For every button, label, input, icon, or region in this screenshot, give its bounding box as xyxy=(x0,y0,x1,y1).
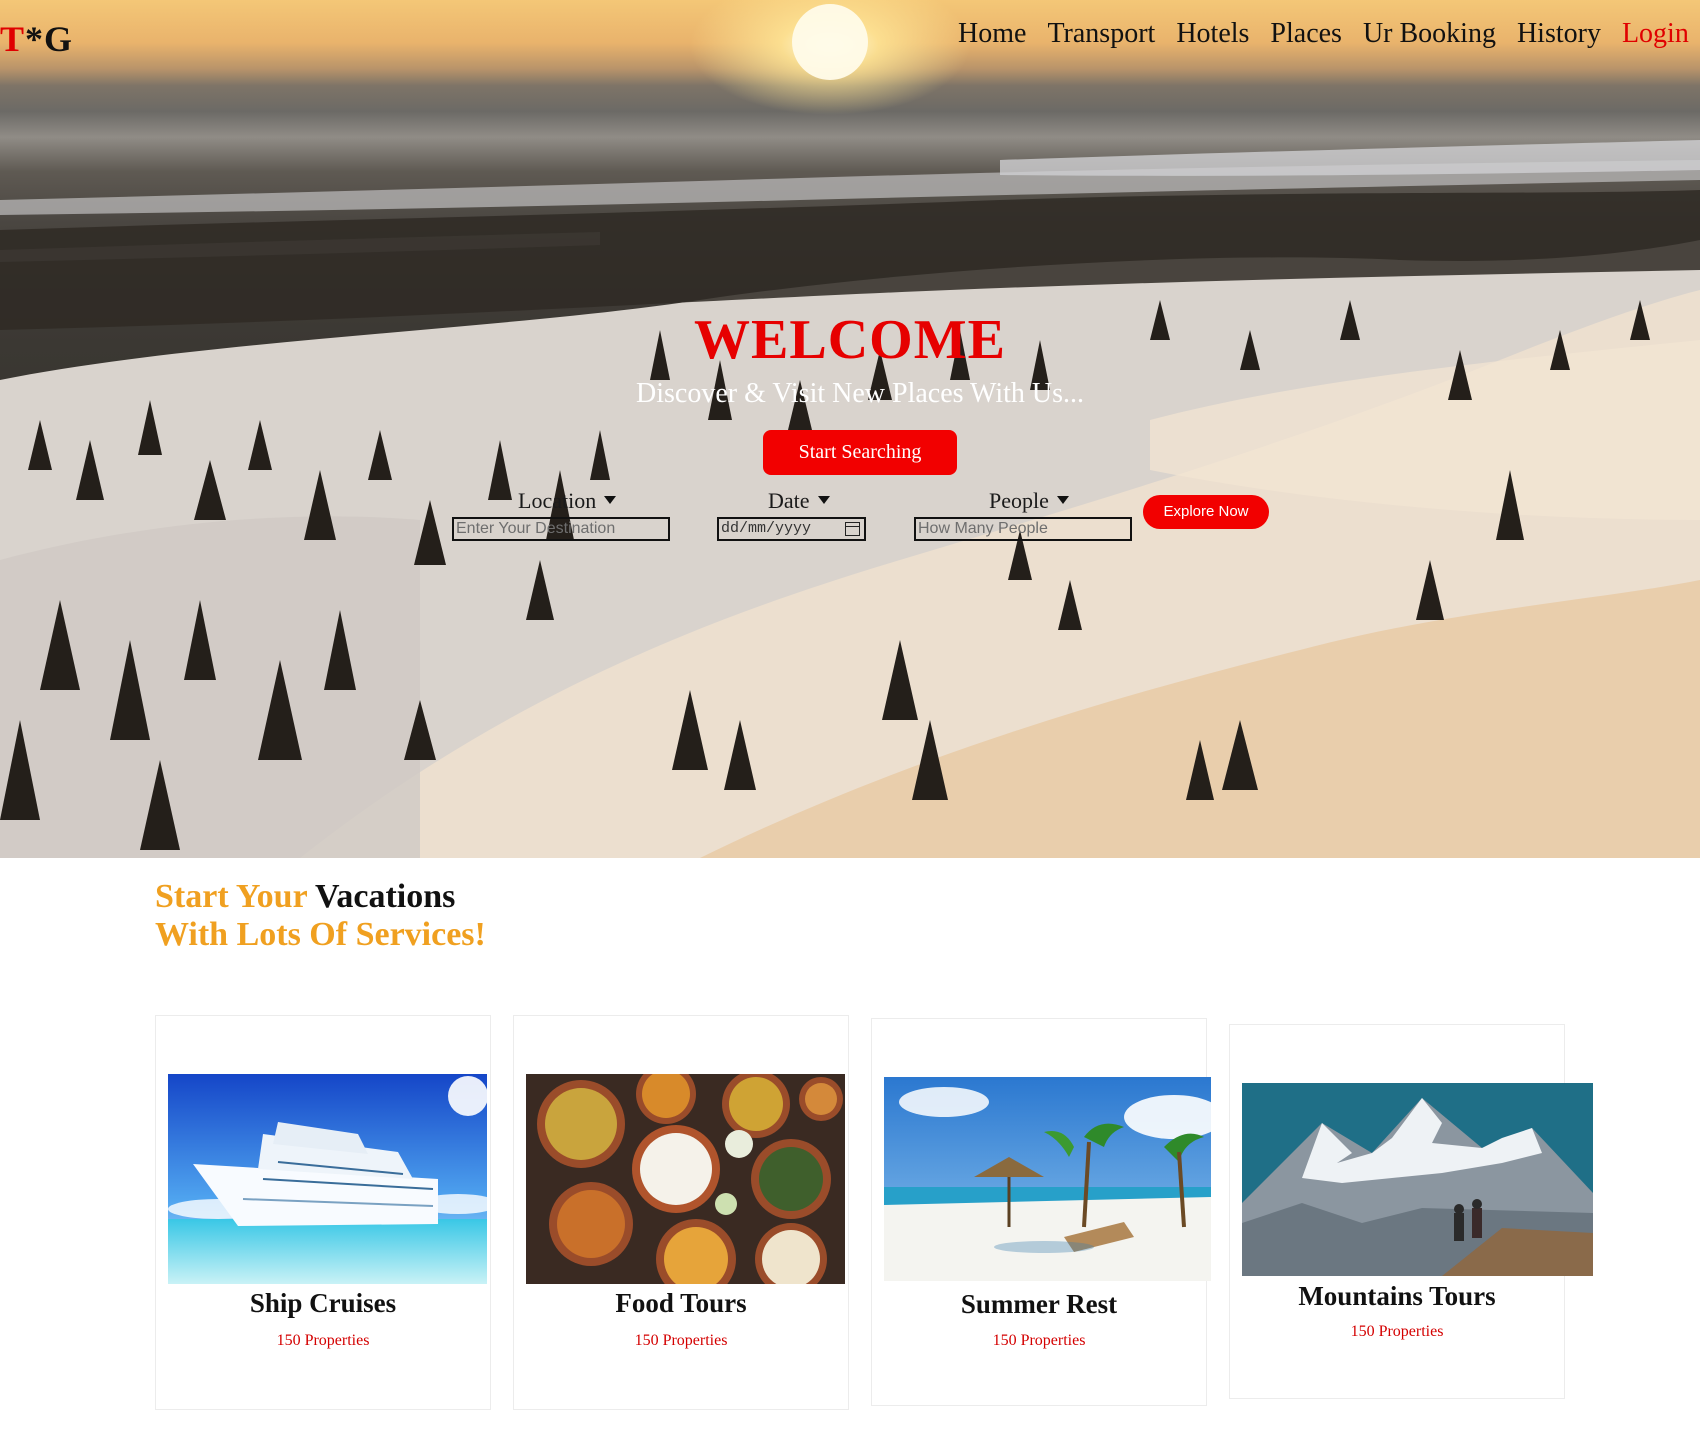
calendar-icon[interactable] xyxy=(845,522,860,536)
services-heading-part3: With Lots Of Services! xyxy=(155,916,486,953)
ship-cruises-image xyxy=(168,1074,487,1284)
location-caret-icon[interactable] xyxy=(604,495,617,504)
nav-transport[interactable]: Transport xyxy=(1047,18,1155,50)
logo-letters: *G xyxy=(25,19,74,59)
card-title: Mountains Tours xyxy=(1298,1281,1496,1311)
site-logo[interactable]: T*G xyxy=(0,18,73,60)
summer-rest-image xyxy=(884,1077,1211,1281)
services-heading-part2: Vacations xyxy=(314,878,456,915)
main-nav: Home Transport Hotels Places Ur Booking … xyxy=(958,18,1700,50)
location-input[interactable]: Enter Your Destination xyxy=(452,517,670,541)
food-tours-illustration xyxy=(526,1074,845,1284)
nav-history[interactable]: History xyxy=(1517,18,1601,50)
card-subtitle: 150 Properties xyxy=(1350,1323,1444,1340)
people-label-text: People xyxy=(989,488,1049,513)
mountains-tours-illustration xyxy=(1242,1083,1593,1276)
people-input[interactable]: How Many People xyxy=(914,517,1132,541)
services-heading-part1: Start Your xyxy=(155,878,308,915)
logo-letter-t: T xyxy=(0,19,26,59)
nav-places[interactable]: Places xyxy=(1270,18,1342,50)
summer-rest-illustration xyxy=(884,1077,1211,1281)
service-card-ship-cruises[interactable]: Ship Cruises 150 Properties xyxy=(155,1015,491,1410)
people-caret-icon[interactable] xyxy=(1056,495,1069,504)
card-title: Ship Cruises xyxy=(249,1288,397,1318)
date-input[interactable]: dd/mm/yyyy xyxy=(717,517,866,541)
nav-login[interactable]: Login xyxy=(1622,18,1689,50)
date-caret-icon[interactable] xyxy=(817,495,830,504)
date-label-text: Date xyxy=(768,488,810,513)
hero-title: WELCOME xyxy=(694,309,1006,371)
service-card-food-tours[interactable]: Food Tours 150 Properties xyxy=(513,1015,849,1410)
mountains-tours-image xyxy=(1242,1083,1593,1276)
card-subtitle: 150 Properties xyxy=(276,1332,370,1349)
people-label: People xyxy=(989,488,1069,514)
date-label: Date xyxy=(768,488,830,514)
hero-background-image xyxy=(0,4,1700,858)
card-title: Summer Rest xyxy=(960,1289,1118,1319)
explore-now-button[interactable]: Explore Now xyxy=(1143,495,1269,529)
nav-hotels[interactable]: Hotels xyxy=(1176,18,1249,50)
nav-ur-booking[interactable]: Ur Booking xyxy=(1363,18,1496,50)
date-placeholder: dd/mm/yyyy xyxy=(721,520,812,537)
hero-banner: T*G Home Transport Hotels Places Ur Book… xyxy=(0,0,1700,858)
card-subtitle: 150 Properties xyxy=(992,1332,1086,1349)
service-card-mountains-tours[interactable]: Mountains Tours 150 Properties xyxy=(1229,1024,1593,1399)
hero-tagline: Discover & Visit New Places With Us... xyxy=(636,378,1084,409)
services-heading: Start Your Vacations With Lots Of Servic… xyxy=(155,878,486,954)
start-searching-button[interactable]: Start Searching xyxy=(763,430,957,475)
card-subtitle: 150 Properties xyxy=(634,1332,728,1349)
ship-cruises-illustration xyxy=(168,1074,487,1284)
nav-home[interactable]: Home xyxy=(958,18,1026,50)
location-label-text: Location xyxy=(518,488,597,513)
card-title: Food Tours xyxy=(615,1288,747,1318)
service-card-summer-rest[interactable]: Summer Rest 150 Properties xyxy=(871,1018,1211,1406)
food-tours-image xyxy=(526,1074,845,1284)
location-label: Location xyxy=(518,488,617,514)
